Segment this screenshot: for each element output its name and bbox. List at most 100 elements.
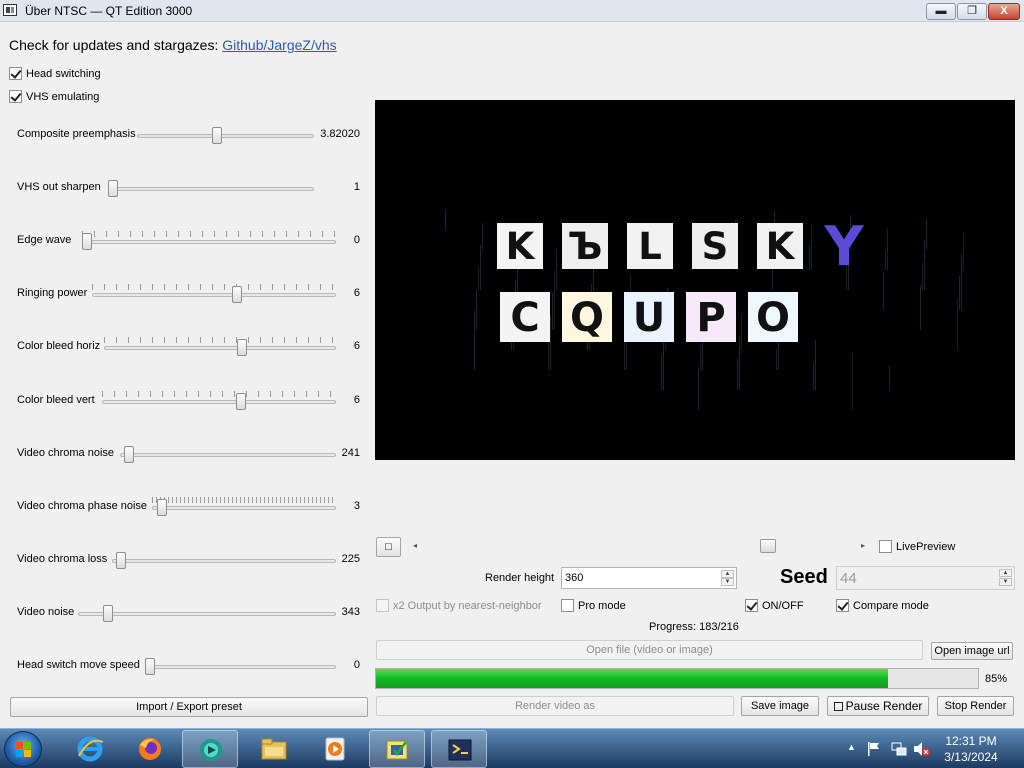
video-player-icon	[325, 737, 345, 761]
slider-track[interactable]	[108, 187, 314, 191]
head-switching-checkbox[interactable]: Head switching	[9, 67, 101, 80]
import-export-preset-button[interactable]: Import / Export preset	[10, 697, 368, 717]
slider-track[interactable]	[120, 453, 336, 457]
taskbar-clock[interactable]: 12:31 PM 3/13/2024	[943, 733, 999, 765]
slider-handle[interactable]	[236, 393, 246, 410]
slider-row: Video chroma loss 225	[0, 549, 372, 573]
maximize-button[interactable]: ❐	[957, 3, 987, 20]
noise-streak	[739, 336, 740, 390]
qt-app-icon	[386, 740, 408, 760]
scroll-right-icon[interactable]: ▸	[861, 541, 865, 550]
noise-streak	[963, 232, 964, 270]
slider-handle[interactable]	[237, 339, 247, 356]
slider-label: Video chroma phase noise	[17, 500, 148, 512]
slider-label: Head switch move speed	[17, 659, 140, 671]
compare-mode-check-box[interactable]	[836, 599, 849, 612]
taskbar-file-explorer[interactable]	[246, 730, 302, 768]
open-image-url-button[interactable]: Open image url	[931, 642, 1013, 660]
slider-track[interactable]	[112, 559, 336, 563]
pro-mode-check-box[interactable]	[561, 599, 574, 612]
slider-value: 6	[353, 394, 360, 406]
on-off-check-box[interactable]	[745, 599, 758, 612]
slider-track[interactable]	[137, 134, 314, 138]
scroll-left-icon[interactable]: ◂	[413, 541, 417, 550]
live-preview-check-box[interactable]	[879, 540, 892, 553]
stop-preview-button[interactable]: □	[376, 537, 401, 557]
slider-handle[interactable]	[82, 233, 92, 250]
seed-label: Seed	[780, 566, 828, 588]
slider-value: 3.82020	[320, 128, 360, 140]
minimize-button[interactable]: ▬	[926, 3, 956, 20]
taskbar-qt-app[interactable]	[369, 730, 425, 768]
slider-track[interactable]	[145, 665, 336, 669]
video-preview: KЪLSKYCQUPO	[375, 100, 1015, 460]
slider-track[interactable]	[92, 293, 336, 297]
window-title-bar: Über NTSC — QT Edition 3000 ▬ ❐ X	[0, 0, 1024, 22]
slider-handle[interactable]	[232, 286, 242, 303]
taskbar-video-app[interactable]	[307, 730, 363, 768]
slider-handle[interactable]	[212, 127, 222, 144]
letter-tile: S	[692, 223, 738, 269]
noise-streak	[480, 245, 481, 290]
render-video-as-button[interactable]: Render video as	[376, 696, 734, 716]
slider-handle[interactable]	[116, 552, 126, 569]
slider-label: Composite preemphasis	[17, 128, 136, 140]
letter-glyph: L	[638, 225, 662, 268]
slider-handle[interactable]	[157, 499, 167, 516]
seed-input: 44 ▲ ▼	[836, 566, 1015, 590]
taskbar-internet-explorer[interactable]	[62, 730, 118, 768]
noise-streak	[959, 276, 960, 310]
slider-row: Video chroma phase noise 3	[0, 496, 372, 520]
slider-handle[interactable]	[145, 658, 155, 675]
taskbar-python-console[interactable]	[431, 730, 487, 768]
live-preview-label: LivePreview	[896, 540, 956, 553]
live-preview-checkbox[interactable]: LivePreview	[879, 540, 955, 553]
slider-handle[interactable]	[103, 605, 113, 622]
render-height-value: 360	[565, 572, 584, 584]
render-height-label: Render height	[485, 572, 555, 584]
vhs-emulating-check-box[interactable]	[9, 90, 22, 103]
taskbar-firefox[interactable]	[122, 730, 178, 768]
close-button[interactable]: X	[988, 3, 1020, 20]
slider-track[interactable]	[82, 240, 336, 244]
noise-streak	[813, 362, 814, 390]
open-file-button[interactable]: Open file (video or image)	[376, 640, 923, 660]
pause-render-button[interactable]: Pause Render	[827, 696, 929, 716]
pro-mode-checkbox[interactable]: Pro mode	[561, 599, 626, 612]
taskbar-media-app[interactable]	[182, 730, 238, 768]
github-link[interactable]: Github/JargeZ/vhs	[222, 37, 336, 53]
letter-glyph: S	[702, 225, 729, 268]
render-height-up-icon[interactable]: ▲	[721, 570, 734, 578]
render-height-input[interactable]: 360 ▲ ▼	[561, 567, 737, 589]
slider-track[interactable]	[102, 400, 336, 404]
slider-ticks	[92, 284, 336, 290]
noise-streak	[809, 246, 810, 270]
stop-render-button[interactable]: Stop Render	[937, 696, 1014, 716]
slider-track[interactable]	[78, 612, 336, 616]
action-center-flag-icon[interactable]	[867, 741, 881, 757]
slider-handle[interactable]	[108, 180, 118, 197]
timeline-scrollbar[interactable]: ◂ ▸	[405, 538, 875, 554]
slider-value: 241	[341, 447, 360, 459]
noise-streak	[741, 314, 742, 350]
letter-glyph: P	[696, 295, 725, 341]
compare-mode-checkbox[interactable]: Compare mode	[836, 599, 929, 612]
show-hidden-icons-icon[interactable]: ▲	[847, 742, 856, 752]
firefox-icon	[139, 738, 161, 760]
on-off-checkbox[interactable]: ON/OFF	[745, 599, 804, 612]
slider-track[interactable]	[104, 346, 336, 350]
on-off-label: ON/OFF	[762, 599, 804, 612]
head-switching-check-box[interactable]	[9, 67, 22, 80]
slider-track[interactable]	[152, 506, 336, 510]
vhs-emulating-checkbox[interactable]: VHS emulating	[9, 90, 99, 103]
save-image-button[interactable]: Save image	[741, 696, 819, 716]
slider-handle[interactable]	[124, 446, 134, 463]
render-height-down-icon[interactable]: ▼	[721, 578, 734, 586]
volume-muted-icon[interactable]	[913, 741, 931, 757]
noise-streak	[550, 315, 551, 370]
slider-label: Color bleed horiz	[17, 340, 101, 352]
slider-row: Composite preemphasis 3.82020	[0, 124, 372, 148]
network-icon[interactable]	[891, 741, 907, 757]
timeline-thumb[interactable]	[760, 539, 776, 553]
start-button[interactable]	[4, 731, 42, 767]
